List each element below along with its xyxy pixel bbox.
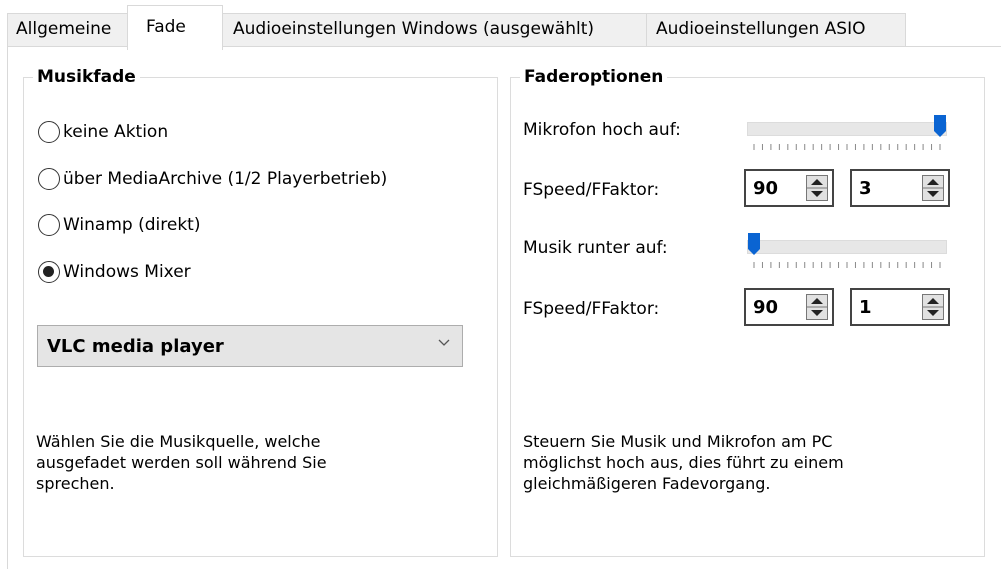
tab-audio-asio[interactable]: Audioeinstellungen ASIO [646, 13, 906, 46]
fspeed-label-1: FSpeed/FFaktor: [523, 180, 660, 200]
tab-label: Allgemeine [16, 19, 112, 39]
musikfade-group: Musikfade keine Aktion über MediaArchive… [23, 67, 498, 557]
radio-label: Winamp (direkt) [63, 215, 201, 235]
musik-label: Musik runter auf: [523, 238, 668, 258]
radio-label: keine Aktion [63, 122, 169, 142]
help-line: möglichst hoch aus, dies führt zu einem [523, 453, 844, 472]
radio-label: über MediaArchive (1/2 Playerbetrieb) [63, 169, 388, 189]
faderoptionen-title: Faderoptionen [520, 67, 668, 87]
help-line: gleichmäßigeren Fadevorgang. [523, 474, 771, 493]
radio-windows-mixer[interactable]: Windows Mixer [38, 261, 191, 283]
spinner-value: 90 [753, 297, 779, 318]
fade-tab-panel: Musikfade keine Aktion über MediaArchive… [7, 46, 1001, 569]
tab-allgemeine[interactable]: Allgemeine [7, 13, 128, 46]
radio-winamp[interactable]: Winamp (direkt) [38, 214, 200, 236]
tab-label: Audioeinstellungen Windows (ausgewählt) [233, 19, 595, 39]
tab-label: Fade [146, 17, 186, 37]
tab-strip: Allgemeine Fade Audioeinstellungen Windo… [0, 0, 1001, 50]
ffaktor-spinner-2[interactable]: 1 [850, 288, 950, 326]
faderoptionen-group: Faderoptionen Mikrofon hoch auf: FSpeed/… [510, 67, 985, 557]
spin-updown-icon[interactable] [806, 175, 828, 201]
slider-ticks [753, 144, 941, 150]
chevron-down-icon [438, 339, 450, 346]
mikrofon-slider[interactable] [747, 114, 947, 154]
spinner-value: 1 [859, 297, 872, 318]
musikfade-title: Musikfade [33, 67, 140, 87]
tab-audio-windows[interactable]: Audioeinstellungen Windows (ausgewählt) [222, 13, 647, 46]
help-line: ausgefadet werden soll während Sie [36, 453, 327, 472]
tab-fade[interactable]: Fade [127, 5, 223, 50]
help-line: sprechen. [36, 474, 115, 493]
slider-thumb[interactable] [747, 232, 761, 256]
fspeed-spinner-2[interactable]: 90 [744, 288, 834, 326]
musikfade-help: Wählen Sie die Musikquelle, welche ausge… [36, 431, 327, 494]
tab-label: Audioeinstellungen ASIO [656, 19, 866, 39]
radio-label: Windows Mixer [63, 262, 191, 282]
mixer-source-select[interactable]: VLC media player [37, 325, 463, 367]
help-line: Wählen Sie die Musikquelle, welche [36, 432, 321, 451]
radio-button[interactable] [38, 168, 60, 190]
slider-ticks [753, 262, 941, 268]
slider-thumb[interactable] [933, 114, 947, 138]
spinner-value: 3 [859, 178, 872, 199]
spinner-value: 90 [753, 178, 779, 199]
help-line: Steuern Sie Musik und Mikrofon am PC [523, 432, 833, 451]
select-value: VLC media player [47, 335, 224, 357]
radio-keine-aktion[interactable]: keine Aktion [38, 121, 168, 143]
spin-updown-icon[interactable] [806, 294, 828, 320]
radio-mediaarchive[interactable]: über MediaArchive (1/2 Playerbetrieb) [38, 168, 387, 190]
radio-button-selected[interactable] [38, 261, 60, 283]
spin-updown-icon[interactable] [922, 294, 944, 320]
fspeed-label-2: FSpeed/FFaktor: [523, 299, 660, 319]
faderoptionen-help: Steuern Sie Musik und Mikrofon am PC mög… [523, 431, 844, 494]
slider-track [747, 122, 947, 136]
spin-updown-icon[interactable] [922, 175, 944, 201]
slider-track [747, 240, 947, 254]
radio-button[interactable] [38, 214, 60, 236]
radio-button[interactable] [38, 121, 60, 143]
musik-slider[interactable] [747, 232, 947, 272]
ffaktor-spinner-1[interactable]: 3 [850, 169, 950, 207]
fspeed-spinner-1[interactable]: 90 [744, 169, 834, 207]
mikrofon-label: Mikrofon hoch auf: [523, 120, 681, 140]
